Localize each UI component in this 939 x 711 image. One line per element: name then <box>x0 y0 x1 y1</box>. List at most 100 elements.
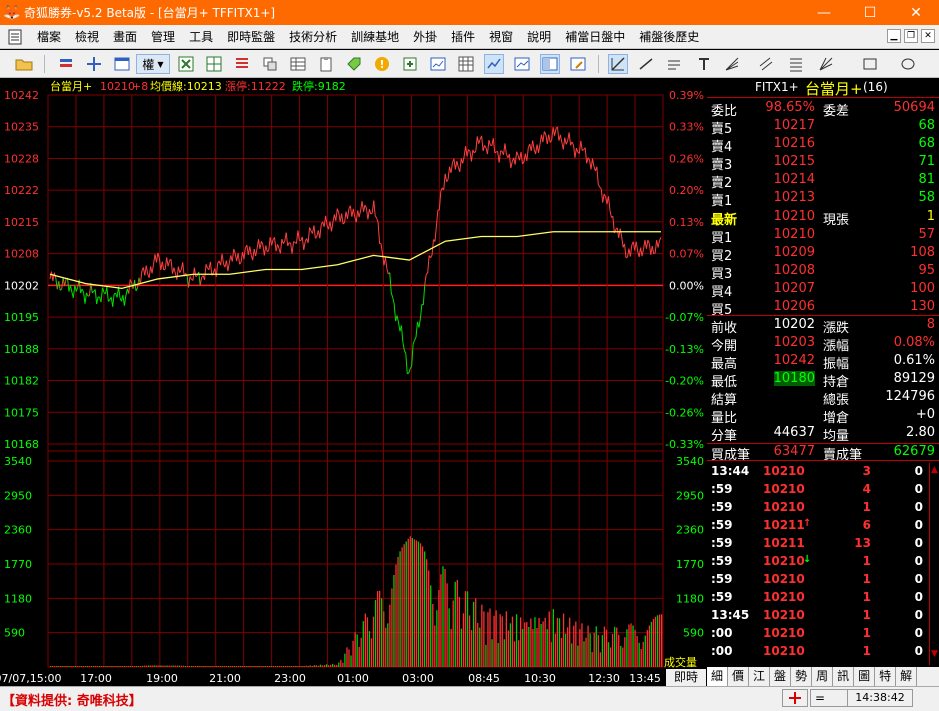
quote-tab-6[interactable]: 訊 <box>833 667 855 686</box>
price-line-segment <box>221 253 225 264</box>
close-chart-icon[interactable] <box>176 54 196 74</box>
rights-dropdown[interactable]: 權 ▼ <box>136 54 170 74</box>
price-line-segment <box>392 297 395 304</box>
price-line-segment <box>504 143 507 155</box>
ellipse-tool-icon[interactable] <box>898 54 918 74</box>
menu-window[interactable]: 視窗 <box>482 28 520 45</box>
menu-manage[interactable]: 管理 <box>144 28 182 45</box>
tick-price: 10210 <box>763 590 805 604</box>
chart-avg-label: 均價線:10213 <box>150 79 222 93</box>
menu-backfill-history[interactable]: 補盤後歷史 <box>632 28 706 45</box>
menu-plugins-ext[interactable]: 外掛 <box>406 28 444 45</box>
menu-screen[interactable]: 畫面 <box>106 28 144 45</box>
price-tick-label: 10175 <box>4 406 39 419</box>
rectangle-tool-icon[interactable] <box>860 54 880 74</box>
bar-list-icon[interactable] <box>232 54 252 74</box>
text-tool-icon[interactable] <box>694 54 714 74</box>
maximize-button[interactable]: ☐ <box>847 0 893 25</box>
menu-training-base[interactable]: 訓練基地 <box>344 28 406 45</box>
chart-list-icon[interactable] <box>56 54 76 74</box>
split-view-icon[interactable] <box>540 54 560 74</box>
quote-tab-9[interactable]: 解 <box>896 667 918 686</box>
price-line-segment <box>377 222 381 244</box>
volume-bar <box>315 665 317 667</box>
menu-help[interactable]: 說明 <box>520 28 558 45</box>
quote-tab-1[interactable]: 價 <box>728 667 750 686</box>
menu-realtime-monitor[interactable]: 即時監盤 <box>220 28 282 45</box>
table-icon[interactable] <box>288 54 308 74</box>
fibonacci-icon[interactable] <box>786 54 806 74</box>
price-line-segment <box>486 140 490 155</box>
volume-tick-label-right: 590 <box>683 627 704 640</box>
chart-svg[interactable]: 台當月+ 10210 +8 均價線:10213 漲停:11222 跌停:9182… <box>0 79 706 686</box>
quote-tab-7[interactable]: 圖 <box>854 667 876 686</box>
tick-scrollbar[interactable]: ▲ ▼ <box>929 463 939 665</box>
menu-tools[interactable]: 工具 <box>182 28 220 45</box>
quote-tab-0[interactable]: 細 <box>707 667 729 686</box>
last-price-row: 最新 10210 現張 1 <box>707 208 939 228</box>
quote-tab-3[interactable]: 盤 <box>770 667 792 686</box>
volume-bar <box>495 610 497 667</box>
volume-bar <box>317 665 319 667</box>
volume-bar <box>56 665 58 667</box>
tick-oi: 0 <box>914 464 923 478</box>
price-line-segment <box>179 269 182 273</box>
stat-value: 89129 <box>893 371 935 386</box>
line-chart-icon[interactable] <box>484 54 504 74</box>
menu-addons[interactable]: 插件 <box>444 28 482 45</box>
close-button[interactable]: ✕ <box>893 0 939 25</box>
trendline-icon[interactable] <box>636 54 656 74</box>
fan-lines-icon[interactable] <box>722 54 742 74</box>
volume-bar <box>399 551 401 667</box>
mdi-restore-button[interactable]: ❐ <box>904 29 918 43</box>
volume-bar <box>80 666 82 667</box>
horizontal-line-icon[interactable] <box>664 54 684 74</box>
price-tick-label: 10195 <box>4 311 39 324</box>
document-icon[interactable] <box>8 29 22 45</box>
volume-bar <box>564 633 567 667</box>
layers-icon[interactable] <box>260 54 280 74</box>
quote-tab-5[interactable]: 周 <box>812 667 834 686</box>
trend-chart-icon[interactable] <box>512 54 532 74</box>
bid-qty: 100 <box>910 281 935 296</box>
tag-icon[interactable] <box>344 54 364 74</box>
export-icon[interactable] <box>400 54 420 74</box>
warning-icon[interactable]: ! <box>372 54 392 74</box>
bid-price: 10208 <box>773 263 815 278</box>
parallel-lines-icon[interactable] <box>756 54 776 74</box>
scroll-up-icon[interactable]: ▲ <box>931 465 938 475</box>
drawing-tool-icon[interactable] <box>608 54 628 74</box>
window-layout-icon[interactable] <box>112 54 132 74</box>
clipboard-icon[interactable] <box>316 54 336 74</box>
price-line-segment <box>470 149 474 162</box>
realtime-tab[interactable]: 即時 <box>666 669 706 686</box>
menu-view[interactable]: 檢視 <box>68 28 106 45</box>
volume-bar <box>186 666 189 667</box>
move-icon[interactable] <box>84 54 104 74</box>
chevron-down-icon: ▼ <box>157 59 164 69</box>
quote-tab-4[interactable]: 勢 <box>791 667 813 686</box>
menu-file[interactable]: 檔案 <box>30 28 68 45</box>
bar-chart-icon[interactable] <box>428 54 448 74</box>
volume-bar <box>219 666 221 667</box>
mdi-minimize-button[interactable]: ▁ <box>887 29 901 43</box>
volume-bar <box>113 666 115 667</box>
gann-icon[interactable] <box>816 54 836 74</box>
quote-tab-2[interactable]: 江 <box>749 667 771 686</box>
price-line-segment <box>336 208 340 213</box>
grid-table-icon[interactable] <box>456 54 476 74</box>
quote-tab-8[interactable]: 特 <box>875 667 897 686</box>
minimize-button[interactable]: — <box>801 0 847 25</box>
intraday-chart[interactable]: 台當月+ 10210 +8 均價線:10213 漲停:11222 跌停:9182… <box>0 79 706 686</box>
menu-backfill-intraday[interactable]: 補當日盤中 <box>558 28 632 45</box>
volume-bar <box>125 666 127 667</box>
edit-chart-icon[interactable] <box>568 54 588 74</box>
price-tick-label: 10168 <box>4 438 39 451</box>
scroll-down-icon[interactable]: ▼ <box>931 649 938 659</box>
menu-technical-analysis[interactable]: 技術分析 <box>282 28 344 45</box>
open-folder-icon[interactable] <box>14 54 34 74</box>
volume-bar <box>256 666 258 667</box>
grid-icon[interactable] <box>204 54 224 74</box>
stat-value: 44637 <box>773 425 815 440</box>
mdi-close-button[interactable]: ✕ <box>921 29 935 43</box>
